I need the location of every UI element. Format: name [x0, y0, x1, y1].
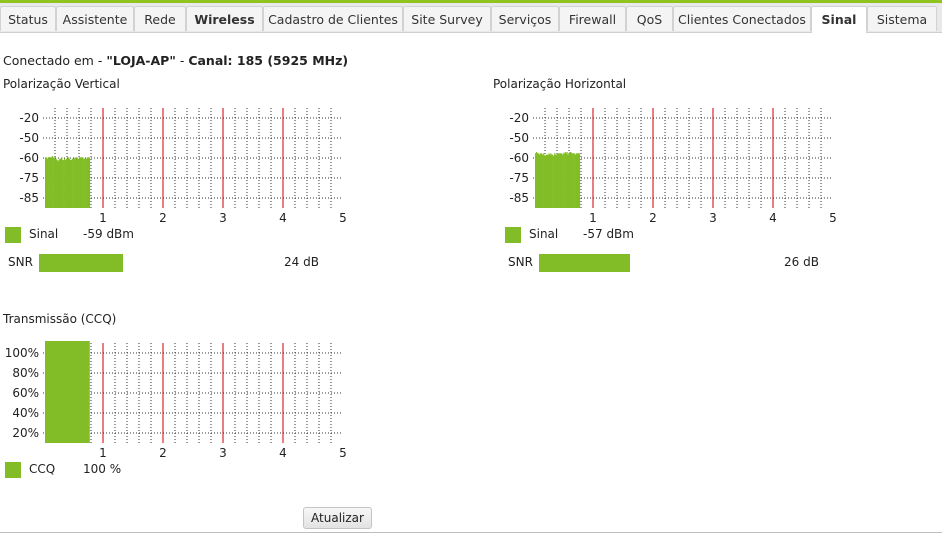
connection-ssid: "LOJA-AP": [106, 53, 176, 68]
vertical-signal-chart: -20 -50 -60 -75 -85 1 2 3 4 5: [19, 108, 347, 225]
x-tick-label: 2: [649, 211, 657, 225]
y-tick-label: -50: [19, 131, 39, 145]
ccq-unit: %: [109, 462, 122, 476]
y-tick-label: -60: [509, 151, 529, 165]
y-tick-label: -60: [19, 151, 39, 165]
y-tick-label: 100%: [5, 346, 39, 360]
x-tick-label: 1: [99, 211, 107, 225]
x-tick-label: 2: [159, 446, 167, 460]
horizontal-snr-number: 26: [784, 255, 800, 269]
tab-wireless[interactable]: Wireless: [186, 6, 263, 31]
horizontal-legend-swatch: [505, 227, 521, 243]
vertical-snr-label: SNR: [8, 255, 33, 269]
x-tick-label: 5: [339, 446, 347, 460]
x-tick-label: 1: [99, 446, 107, 460]
x-tick-label: 3: [709, 211, 717, 225]
y-tick-label: 40%: [12, 406, 39, 420]
y-tick-label: -85: [509, 191, 529, 205]
connection-info: Conectado em - "LOJA-AP" - Canal: 185 (5…: [3, 53, 348, 68]
horizontal-signal-number: -57: [583, 227, 603, 241]
ccq-title: Transmissão (CCQ): [3, 312, 117, 326]
vertical-title: Polarização Vertical: [3, 77, 120, 91]
x-tick-label: 1: [589, 211, 597, 225]
horizontal-signal-value: -57 dBm: [583, 227, 634, 241]
ccq-legend-swatch: [5, 462, 21, 478]
ccq-bar: [45, 341, 90, 443]
tab-site-survey[interactable]: Site Survey: [403, 6, 491, 31]
horizontal-snr-unit: dB: [803, 255, 819, 269]
ccq-number: 100: [83, 462, 106, 476]
y-tick-label: -50: [509, 131, 529, 145]
tab-firewall[interactable]: Firewall: [559, 6, 626, 31]
horizontal-snr-value: 26 dB: [784, 255, 819, 269]
tab-clientes-conectados[interactable]: Clientes Conectados: [673, 6, 811, 31]
y-tick-label: 80%: [12, 366, 39, 380]
vertical-snr-bar: [39, 254, 123, 272]
x-tick-label: 3: [219, 446, 227, 460]
horizontal-legend-label: Sinal: [529, 227, 559, 241]
y-tick-label: 20%: [12, 426, 39, 440]
x-tick-label: 4: [279, 446, 287, 460]
y-tick-label: -85: [19, 191, 39, 205]
x-tick-label: 5: [829, 211, 837, 225]
x-tick-label: 4: [769, 211, 777, 225]
signal-sample-bar: [88, 157, 91, 208]
tab-sinal[interactable]: Sinal: [811, 6, 867, 33]
tab-status[interactable]: Status: [0, 6, 56, 31]
x-tick-label: 2: [159, 211, 167, 225]
vertical-snr-number: 24: [284, 255, 300, 269]
connection-prefix: Conectado em -: [3, 53, 107, 68]
y-tick-label: -20: [19, 111, 39, 125]
tab-qos[interactable]: QoS: [626, 6, 673, 31]
vertical-signal-value: -59 dBm: [83, 227, 134, 241]
x-tick-label: 5: [339, 211, 347, 225]
ccq-legend-label: CCQ: [29, 462, 56, 476]
vertical-legend-label: Sinal: [29, 227, 59, 241]
connection-separator: -: [175, 53, 189, 68]
vertical-signal-number: -59: [83, 227, 103, 241]
tab-cadastro-clientes[interactable]: Cadastro de Clientes: [263, 6, 403, 31]
tab-assistente[interactable]: Assistente: [56, 6, 134, 31]
y-tick-label: -75: [19, 171, 39, 185]
tab-rede[interactable]: Rede: [134, 6, 186, 31]
vertical-legend-swatch: [5, 227, 21, 243]
horizontal-title: Polarização Horizontal: [493, 77, 627, 91]
ccq-value: 100 %: [83, 462, 121, 476]
horizontal-snr-bar: [539, 254, 630, 272]
vertical-snr-unit: dB: [303, 255, 319, 269]
horizontal-signal-unit: dBm: [606, 227, 634, 241]
vertical-signal-unit: dBm: [106, 227, 134, 241]
x-tick-label: 3: [219, 211, 227, 225]
tab-sistema[interactable]: Sistema: [867, 6, 937, 31]
refresh-button[interactable]: Atualizar: [303, 507, 372, 529]
y-tick-label: -75: [509, 171, 529, 185]
vertical-snr-value: 24 dB: [284, 255, 319, 269]
horizontal-signal-chart: -20 -50 -60 -75 -85 1 2 3 4 5: [509, 108, 837, 225]
tab-bar: Status Assistente Rede Wireless Cadastro…: [0, 3, 942, 33]
bottom-divider: [0, 532, 942, 533]
y-tick-label: 60%: [12, 386, 39, 400]
signal-sample-bar: [578, 153, 581, 208]
connection-channel: Canal: 185 (5925 MHz): [188, 53, 349, 68]
tab-servicos[interactable]: Serviços: [491, 6, 559, 31]
y-tick-label: -20: [509, 111, 529, 125]
ccq-chart: 100% 80% 60% 40% 20% 1 2 3 4 5: [5, 341, 347, 460]
horizontal-snr-label: SNR: [508, 255, 533, 269]
x-tick-label: 4: [279, 211, 287, 225]
